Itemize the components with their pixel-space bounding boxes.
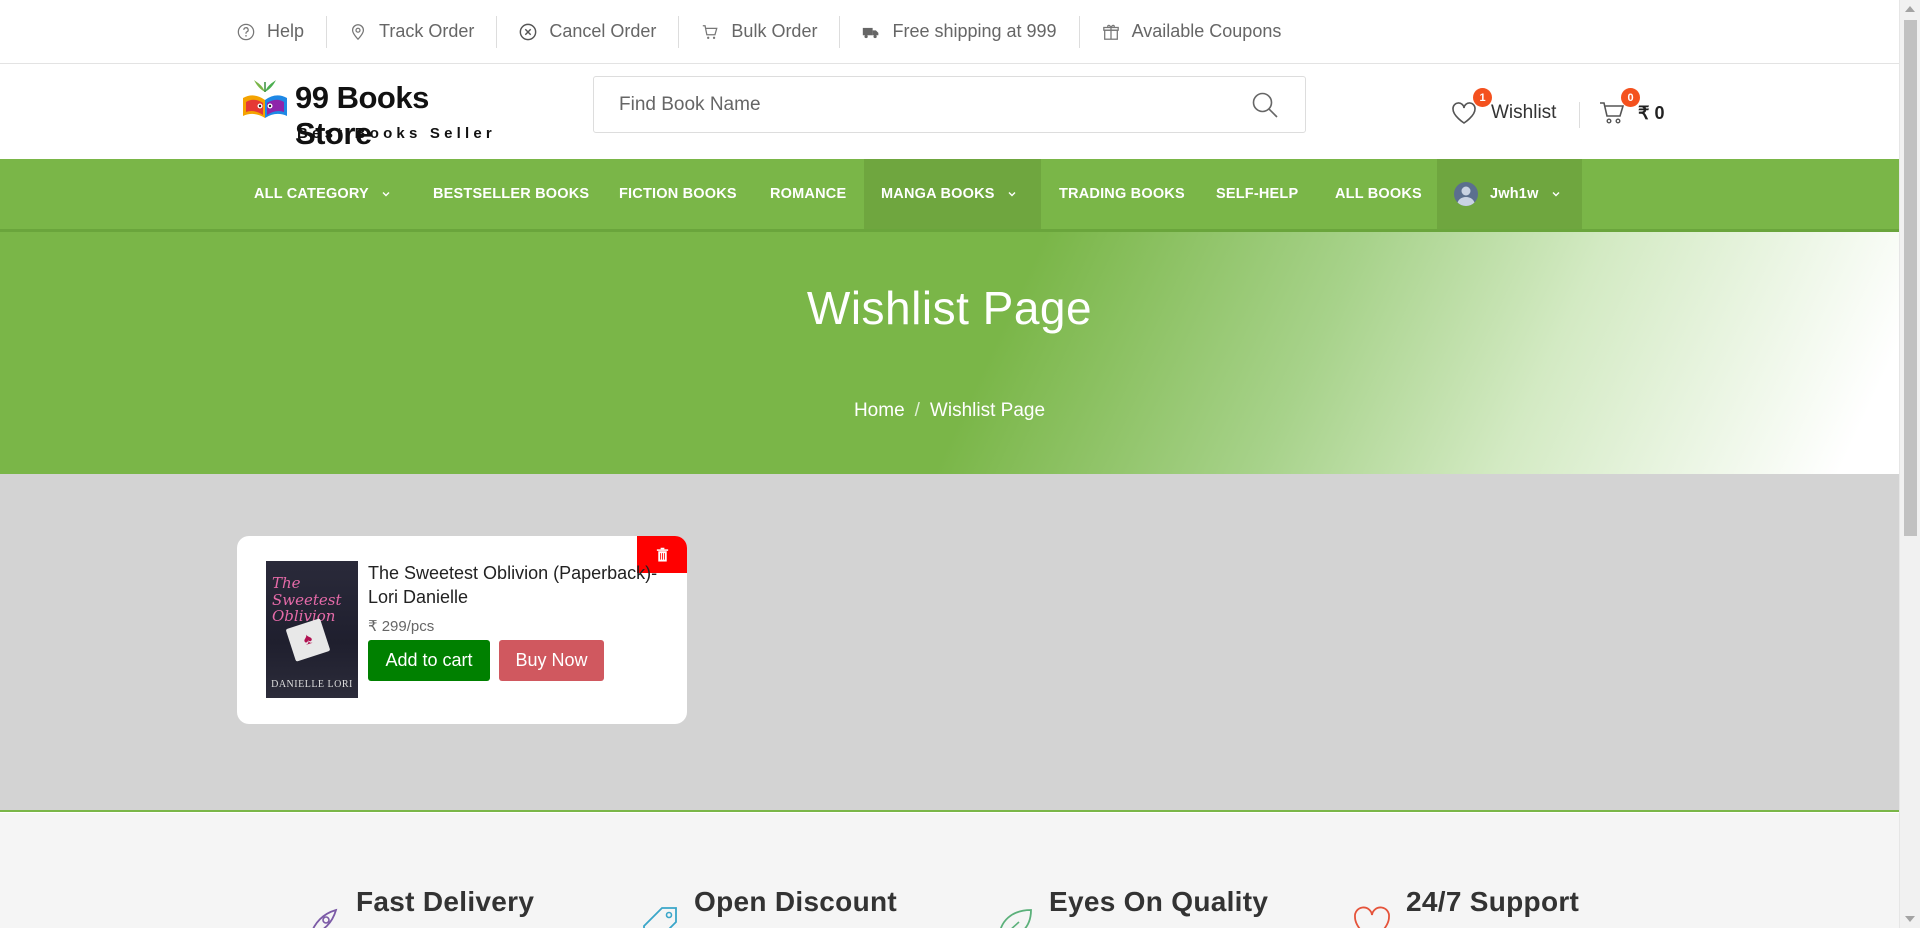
location-pin-icon — [352, 23, 365, 40]
cover-title: The Sweetest Oblivion — [272, 574, 342, 625]
features-strip: Fast Delivery Open Discount Eyes On Qual… — [0, 813, 1899, 928]
track-order-label: Track Order — [379, 21, 475, 41]
nav-label: ALL CATEGORY — [254, 186, 369, 202]
heart-icon — [1354, 906, 1390, 928]
nav-label: MANGA BOOKS — [881, 186, 995, 202]
free-shipping-label: Free shipping at 999 — [892, 21, 1057, 41]
page-hero: Wishlist Page Home / Wishlist Page — [0, 232, 1899, 474]
heart-icon — [1452, 102, 1476, 124]
breadcrumb-separator: / — [914, 400, 920, 421]
nav-all-books[interactable]: ALL BOOKS — [1318, 159, 1439, 229]
trash-icon — [656, 547, 668, 562]
wishlist-section: The Sweetest Oblivion ♠ DANIELLE LORI Th… — [0, 474, 1899, 812]
chevron-down-icon — [1008, 192, 1016, 197]
cart-link[interactable]: 0 ₹ 0 — [1598, 88, 1665, 126]
book-logo-icon — [243, 80, 287, 118]
feature-eyes-on-quality: Eyes On Quality — [995, 886, 1268, 928]
gift-icon — [1102, 24, 1119, 40]
nav-label: TRADING BOOKS — [1059, 186, 1185, 202]
wishlist-count-badge: 1 — [1473, 88, 1492, 107]
page-title: Wishlist Page — [806, 282, 1093, 334]
store-logo[interactable]: 99 Books Store Best Books Seller — [240, 74, 505, 151]
track-order-link[interactable]: Track Order — [327, 15, 498, 48]
nav-label: FICTION BOOKS — [619, 186, 737, 202]
nav-label: SELF-HELP — [1216, 186, 1299, 202]
scroll-up-arrow-icon[interactable] — [1905, 6, 1915, 12]
cancel-order-link[interactable]: Cancel Order — [497, 15, 680, 48]
nav-bestseller-books[interactable]: BESTSELLER BOOKS — [416, 159, 606, 229]
cart-total: ₹ 0 — [1638, 102, 1665, 123]
available-coupons-link[interactable]: Available Coupons — [1080, 16, 1304, 48]
cancel-order-label: Cancel Order — [549, 21, 657, 41]
nav-romance[interactable]: ROMANCE — [753, 159, 863, 229]
main-nav: ALL CATEGORY BESTSELLER BOOKS FICTION BO… — [0, 159, 1899, 232]
help-label: Help — [267, 21, 305, 41]
feature-title: Eyes On Quality — [1049, 886, 1269, 917]
help-circle-icon — [237, 23, 255, 40]
user-icon — [1457, 186, 1475, 206]
nav-label: ALL BOOKS — [1335, 186, 1422, 202]
buy-now-button[interactable]: Buy Now — [499, 640, 604, 681]
top-bar: Help Track Order Cancel Order Bulk Order… — [0, 0, 1920, 64]
feature-open-discount: Open Discount — [640, 886, 897, 928]
cart-count-badge: 0 — [1621, 88, 1640, 107]
book-price: ₹ 299/pcs — [368, 618, 435, 635]
search-input[interactable] — [594, 93, 1250, 116]
wishlist-item-card: The Sweetest Oblivion ♠ DANIELLE LORI Th… — [237, 536, 687, 724]
wishlist-icon-wrap: 1 — [1450, 88, 1492, 126]
help-link[interactable]: Help — [237, 15, 328, 48]
nav-label: ROMANCE — [770, 186, 847, 202]
truck-icon — [863, 27, 879, 38]
header-divider — [1579, 102, 1580, 128]
wishlist-link[interactable]: 1 Wishlist — [1450, 88, 1557, 126]
avatar — [1454, 182, 1478, 206]
cart-icon — [703, 24, 719, 39]
breadcrumb-home[interactable]: Home — [854, 400, 905, 421]
bulk-order-label: Bulk Order — [731, 21, 818, 41]
nav-self-help[interactable]: SELF-HELP — [1199, 159, 1315, 229]
feature-title: Open Discount — [694, 886, 898, 917]
nav-manga-books[interactable]: MANGA BOOKS — [864, 159, 1041, 229]
breadcrumb-current: Wishlist Page — [929, 400, 1046, 421]
scrollbar-thumb[interactable] — [1904, 20, 1917, 536]
chevron-down-icon — [382, 192, 390, 197]
feature-24-7-support: 24/7 Support — [1352, 886, 1579, 928]
tag-icon — [643, 907, 677, 928]
search-icon[interactable] — [1250, 90, 1280, 120]
feature-title: 24/7 Support — [1406, 886, 1580, 917]
book-title[interactable]: The Sweetest Oblivion (Paperback)- Lori … — [368, 561, 668, 609]
feature-fast-delivery: Fast Delivery — [302, 886, 534, 928]
header: 99 Books Store Best Books Seller 1 Wishl… — [0, 64, 1920, 159]
available-coupons-label: Available Coupons — [1131, 21, 1282, 41]
x-circle-icon — [520, 23, 537, 40]
nav-user-menu[interactable]: Jwh1w — [1437, 159, 1582, 229]
book-cover-image[interactable]: The Sweetest Oblivion ♠ DANIELLE LORI — [266, 561, 358, 698]
cover-author: DANIELLE LORI — [271, 679, 353, 690]
add-to-cart-button[interactable]: Add to cart — [368, 640, 490, 681]
page-scrollbar[interactable] — [1899, 0, 1920, 928]
nav-label: BESTSELLER BOOKS — [433, 186, 590, 202]
rocket-icon — [312, 908, 338, 928]
bulk-order-link[interactable]: Bulk Order — [679, 15, 841, 48]
nav-trading-books[interactable]: TRADING BOOKS — [1042, 159, 1202, 229]
nav-all-category[interactable]: ALL CATEGORY — [237, 159, 408, 229]
feature-title: Fast Delivery — [356, 886, 535, 917]
breadcrumb: Home / Wishlist Page — [0, 400, 1899, 422]
leaf-icon — [1000, 909, 1032, 928]
nav-fiction-books[interactable]: FICTION BOOKS — [602, 159, 754, 229]
free-shipping-info: Free shipping at 999 — [840, 15, 1080, 48]
user-name: Jwh1w — [1490, 186, 1539, 202]
cart-icon — [1600, 102, 1625, 124]
cart-icon-wrap: 0 — [1598, 88, 1640, 126]
wishlist-label: Wishlist — [1491, 102, 1557, 123]
chevron-down-icon — [1552, 192, 1560, 197]
brand-tagline: Best Books Seller — [297, 125, 496, 142]
scroll-down-arrow-icon[interactable] — [1905, 916, 1915, 922]
search-bar — [593, 76, 1306, 133]
